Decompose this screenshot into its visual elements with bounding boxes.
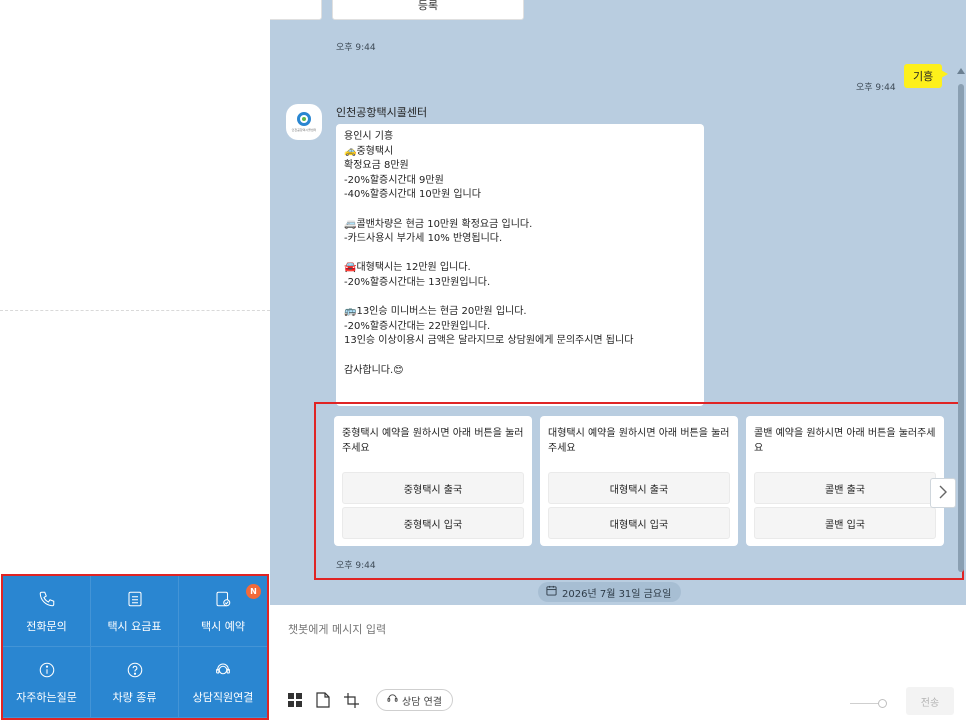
left-panel: 전화문의 택시 요금표 택시 예약 N 자주하는질문 차량 종류 상담직원연결 [0, 0, 270, 722]
bot-avatar: 인천공항택시콜센터 [286, 104, 322, 140]
card-call-van: 콜밴 예약을 원하시면 아래 버튼을 눌러주세요 콜밴 출국 콜밴 입국 [746, 416, 944, 546]
large-departure-button[interactable]: 대형택시 출국 [548, 472, 730, 504]
fare-table-icon [124, 588, 146, 610]
reservation-icon [212, 588, 234, 610]
question-icon [124, 659, 146, 681]
card-description: 콜밴 예약을 원하시면 아래 버튼을 눌러주세요 [754, 428, 936, 454]
quick-menu-label: 전화문의 [26, 620, 67, 633]
quick-menu-phone-inquiry[interactable]: 전화문의 [3, 576, 91, 647]
midsize-arrival-button[interactable]: 중형택시 입국 [342, 507, 524, 539]
user-message-text: 기흥 [913, 70, 934, 83]
chat-window: 전화문의 택시 요금표 택시 예약 N 자주하는질문 차량 종류 상담직원연결 … [0, 0, 966, 722]
cards-time: 오후 9:44 [336, 561, 376, 571]
chat-panel: 등록 오후 9:44 오후 9:44 기흥 인천공항택시콜센터 인천공항택시콜센… [270, 0, 966, 605]
carousel-next-button[interactable] [930, 478, 956, 508]
sender-name: 인천공항택시콜센터 [336, 106, 428, 119]
date-label: 2026년 7월 31일 금요일 [562, 588, 672, 600]
quick-menu-label: 자주하는질문 [16, 691, 77, 704]
midsize-departure-button[interactable]: 중형택시 출국 [342, 472, 524, 504]
quick-menu-vehicle-types[interactable]: 차량 종류 [91, 647, 179, 718]
van-departure-button[interactable]: 콜밴 출국 [754, 472, 936, 504]
quick-menu-fare-table[interactable]: 택시 요금표 [91, 576, 179, 647]
quick-menu-faq[interactable]: 자주하는질문 [3, 647, 91, 718]
card-description: 중형택시 예약을 원하시면 아래 버튼을 눌러주세요 [342, 428, 524, 454]
scroll-up-icon[interactable] [956, 66, 966, 76]
card-midsize-taxi: 중형택시 예약을 원하시면 아래 버튼을 눌러주세요 중형택시 출국 중형택시 … [334, 416, 532, 546]
user-message-bubble: 기흥 [904, 64, 949, 88]
agent-icon [212, 659, 234, 681]
new-badge: N [246, 584, 261, 599]
calendar-icon [546, 585, 557, 599]
agent-connect-label: 상담 연결 [402, 696, 442, 708]
message-input[interactable] [288, 623, 888, 636]
previous-card [270, 0, 322, 20]
user-message-time: 오후 9:44 [856, 83, 896, 93]
quick-menu-label: 차량 종류 [112, 691, 157, 704]
scrollbar[interactable] [958, 84, 964, 572]
send-button[interactable]: 전송 [906, 687, 954, 715]
divider [0, 310, 270, 311]
large-arrival-button[interactable]: 대형택시 입국 [548, 507, 730, 539]
quick-menu-agent-connect[interactable]: 상담직원연결 [179, 647, 267, 718]
card-large-taxi: 대형택시 예약을 원하시면 아래 버튼을 눌러주세요 대형택시 출국 대형택시 … [540, 416, 738, 546]
input-area: 상담 연결 전송 [270, 605, 966, 722]
file-icon[interactable] [314, 691, 332, 709]
quick-menu-label: 택시 예약 [201, 620, 245, 633]
toggle-slider[interactable] [850, 699, 888, 709]
date-divider: 2026년 7월 31일 금요일 [538, 582, 682, 602]
bot-logo-icon [297, 112, 311, 126]
quick-menu-taxi-reservation[interactable]: 택시 예약 N [179, 576, 267, 647]
card-description: 대형택시 예약을 원하시면 아래 버튼을 눌러주세요 [548, 428, 730, 454]
info-icon [36, 659, 58, 681]
register-card[interactable]: 등록 [332, 0, 524, 20]
chevron-right-icon [938, 484, 948, 503]
quick-menu: 전화문의 택시 요금표 택시 예약 N 자주하는질문 차량 종류 상담직원연결 [1, 574, 269, 720]
slider-knob[interactable] [878, 699, 887, 708]
headset-icon [387, 693, 398, 707]
message-time: 오후 9:44 [336, 43, 376, 53]
van-arrival-button[interactable]: 콜밴 입국 [754, 507, 936, 539]
slider-track [850, 703, 880, 704]
crop-icon[interactable] [342, 691, 360, 709]
avatar-caption: 인천공항택시콜센터 [291, 128, 317, 132]
register-label: 등록 [417, 0, 439, 12]
quick-menu-label: 상담직원연결 [192, 691, 254, 704]
phone-icon [36, 588, 58, 610]
bot-message-bubble: 용인시 기흥 🚕중형택시 확정요금 8만원 -20%할증시간대 9만원 -40%… [336, 124, 704, 406]
quick-menu-label: 택시 요금표 [107, 620, 162, 633]
agent-connect-button[interactable]: 상담 연결 [376, 689, 453, 711]
menu-grid-icon[interactable] [286, 691, 304, 709]
reservation-cards: 중형택시 예약을 원하시면 아래 버튼을 눌러주세요 중형택시 출국 중형택시 … [314, 402, 964, 580]
